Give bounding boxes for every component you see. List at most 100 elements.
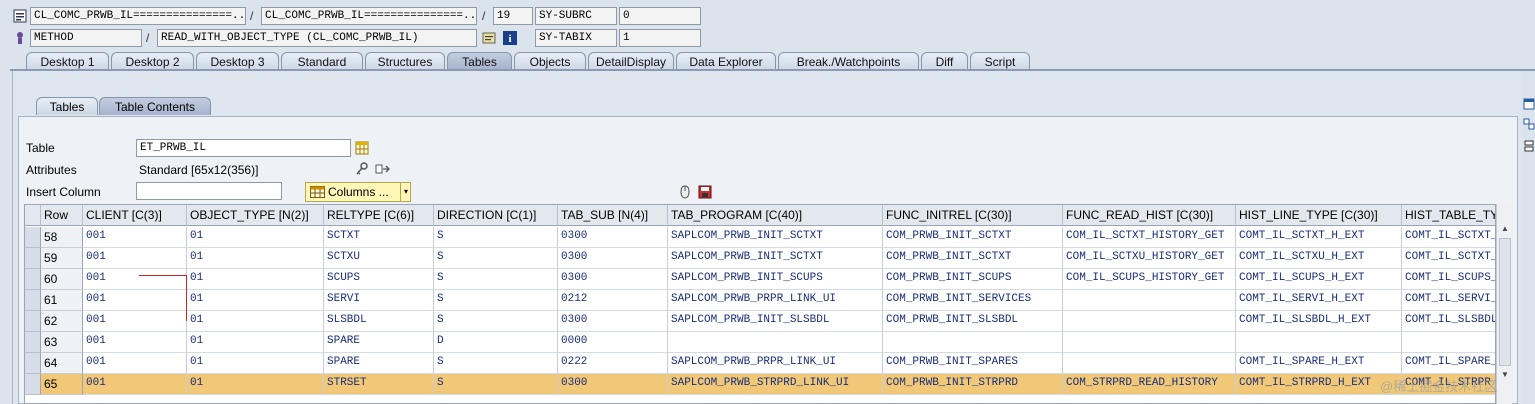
cell-direction[interactable]: S (434, 353, 558, 374)
tab-standard[interactable]: Standard (281, 52, 363, 70)
tab-table-contents[interactable]: Table Contents (99, 97, 211, 115)
cell-hist-line-type[interactable]: COMT_IL_SCTXU_H_EXT (1236, 248, 1402, 269)
cell-func-read-hist[interactable] (1063, 290, 1236, 311)
info-icon[interactable]: i (502, 30, 518, 46)
cell-tab-program[interactable]: SAPLCOM_PRWB_INIT_SLSBDL (668, 311, 883, 332)
column-header-hist-table-type[interactable]: HIST_TABLE_TY (1402, 205, 1495, 226)
row-selector[interactable] (25, 311, 41, 332)
cell-tab-sub[interactable]: 0300 (558, 248, 668, 269)
tab-desktop-1[interactable]: Desktop 1 (26, 52, 109, 70)
cell-object-type[interactable]: 01 (187, 311, 324, 332)
cell-func-initrel[interactable]: COM_PRWB_INIT_SLSBDL (883, 311, 1063, 332)
sysvar-value-field[interactable]: 1 (619, 29, 701, 47)
cell-object-type[interactable]: 01 (187, 332, 324, 353)
cell-reltype[interactable]: STRSET (324, 374, 434, 395)
grid-vertical-scrollbar[interactable]: ▲ ▼ (1496, 204, 1512, 404)
tab-detaildisplay[interactable]: DetailDisplay (588, 52, 674, 70)
method-field[interactable]: READ_WITH_OBJECT_TYPE (CL_COMC_PRWB_IL) (157, 29, 477, 47)
row-selector[interactable] (25, 269, 41, 290)
tab-data-explorer[interactable]: Data Explorer (676, 52, 776, 70)
cell-hist-line-type[interactable]: COMT_IL_SCUPS_H_EXT (1236, 269, 1402, 290)
cell-direction[interactable]: S (434, 227, 558, 248)
tab-script[interactable]: Script (970, 52, 1030, 70)
scroll-up-arrow[interactable]: ▲ (1499, 224, 1511, 236)
sysvar-value-field[interactable]: 0 (619, 7, 701, 25)
table-name-input[interactable]: ET_PRWB_IL (136, 139, 351, 157)
cell-hist-line-type[interactable]: COMT_IL_STRPRD_H_EXT (1236, 374, 1402, 395)
column-header-hist-line-type[interactable]: HIST_LINE_TYPE [C(30)] (1236, 205, 1402, 226)
cell-hist-line-type[interactable]: COMT_IL_SERVI_H_EXT (1236, 290, 1402, 311)
row-selector[interactable] (25, 353, 41, 374)
tab-desktop-2[interactable]: Desktop 2 (111, 52, 194, 70)
tab-breakpoints[interactable]: Break./Watchpoints (778, 52, 919, 70)
cell-tab-program[interactable]: SAPLCOM_PRWB_INIT_SCTXT (668, 227, 883, 248)
row-selector[interactable] (25, 290, 41, 311)
tab-structures[interactable]: Structures (365, 52, 445, 70)
cell-func-read-hist[interactable] (1063, 353, 1236, 374)
insert-column-input[interactable] (136, 182, 282, 200)
sysvar-name-field[interactable]: SY-TABIX (535, 29, 617, 47)
cell-reltype[interactable]: SCTXT (324, 227, 434, 248)
cell-direction[interactable]: D (434, 332, 558, 353)
cell-tab-program[interactable]: SAPLCOM_PRWB_PRPR_LINK_UI (668, 290, 883, 311)
tab-objects[interactable]: Objects (514, 52, 586, 70)
column-header-object-type[interactable]: OBJECT_TYPE [N(2)] (187, 205, 324, 226)
key-icon[interactable] (354, 161, 370, 177)
cell-hist-table-type[interactable]: COMT_IL_SCTXT_ (1402, 227, 1495, 248)
column-header-func-initrel[interactable]: FUNC_INITREL [C(30)] (883, 205, 1063, 226)
cell-tab-program[interactable]: SAPLCOM_PRWB_STRPRD_LINK_UI (668, 374, 883, 395)
cell-object-type[interactable]: 01 (187, 290, 324, 311)
display-source-icon[interactable] (481, 30, 497, 46)
cell-object-type[interactable]: 01 (187, 248, 324, 269)
cell-tab-sub[interactable]: 0300 (558, 374, 668, 395)
cell-direction[interactable]: S (434, 311, 558, 332)
cell-hist-line-type[interactable]: COMT_IL_SPARE_H_EXT (1236, 353, 1402, 374)
cell-func-initrel[interactable]: COM_PRWB_INIT_SCUPS (883, 269, 1063, 290)
save-icon[interactable] (697, 184, 713, 200)
cell-func-read-hist[interactable] (1063, 332, 1236, 353)
column-header-reltype[interactable]: RELTYPE [C(6)] (324, 205, 434, 226)
cell-func-read-hist[interactable]: COM_IL_SCTXU_HISTORY_GET (1063, 248, 1236, 269)
cell-object-type[interactable]: 01 (187, 269, 324, 290)
cell-direction[interactable]: S (434, 248, 558, 269)
cell-client[interactable]: 001 (83, 290, 187, 311)
columns-dropdown-button[interactable]: Columns ... ▾ (305, 182, 411, 202)
cell-hist-line-type[interactable]: COMT_IL_SLSBDL_H_EXT (1236, 311, 1402, 332)
cell-func-read-hist[interactable]: COM_IL_SCTXT_HISTORY_GET (1063, 227, 1236, 248)
cell-client[interactable]: 001 (83, 353, 187, 374)
column-header-tab-sub[interactable]: TAB_SUB [N(4)] (558, 205, 668, 226)
cell-hist-line-type[interactable]: COMT_IL_SCTXT_H_EXT (1236, 227, 1402, 248)
cell-func-initrel[interactable]: COM_PRWB_INIT_SCTXT (883, 248, 1063, 269)
cell-tab-sub[interactable]: 0000 (558, 332, 668, 353)
row-selector[interactable] (25, 332, 41, 353)
line-field[interactable]: 19 (493, 7, 533, 25)
row-selector-header[interactable] (25, 205, 41, 226)
cell-tab-program[interactable]: SAPLCOM_PRWB_INIT_SCTXT (668, 248, 883, 269)
column-header-tab-program[interactable]: TAB_PROGRAM [C(40)] (668, 205, 883, 226)
cell-hist-table-type[interactable]: COMT_IL_SERVI_ (1402, 290, 1495, 311)
column-header-func-read-hist[interactable]: FUNC_READ_HIST [C(30)] (1063, 205, 1236, 226)
cell-func-initrel[interactable]: COM_PRWB_INIT_SCTXT (883, 227, 1063, 248)
cell-object-type[interactable]: 01 (187, 353, 324, 374)
column-header-row[interactable]: Row (41, 205, 83, 226)
swap-icon[interactable] (1522, 117, 1535, 131)
tab-tables-inner[interactable]: Tables (36, 97, 98, 115)
cell-tab-sub[interactable]: 0212 (558, 290, 668, 311)
cell-client[interactable]: 001 (83, 269, 187, 290)
navigate-icon[interactable] (375, 161, 391, 177)
scroll-down-arrow[interactable]: ▼ (1499, 370, 1511, 382)
cell-func-initrel[interactable] (883, 332, 1063, 353)
cell-func-read-hist[interactable]: COM_STRPRD_READ_HISTORY (1063, 374, 1236, 395)
table-view-icon[interactable] (354, 140, 370, 156)
class-field[interactable]: CL_COMC_PRWB_IL===============... (30, 7, 246, 25)
cell-tab-sub[interactable]: 0300 (558, 311, 668, 332)
cell-direction[interactable]: S (434, 374, 558, 395)
row-selector[interactable] (25, 248, 41, 269)
pointer-icon[interactable] (678, 184, 692, 200)
scroll-thumb[interactable] (1499, 238, 1511, 366)
type-field[interactable]: METHOD (30, 29, 142, 47)
cell-hist-table-type[interactable]: COMT_IL_SPARE_ (1402, 353, 1495, 374)
cell-func-read-hist[interactable]: COM_IL_SCUPS_HISTORY_GET (1063, 269, 1236, 290)
cell-reltype[interactable]: SCTXU (324, 248, 434, 269)
cell-client[interactable]: 001 (83, 248, 187, 269)
